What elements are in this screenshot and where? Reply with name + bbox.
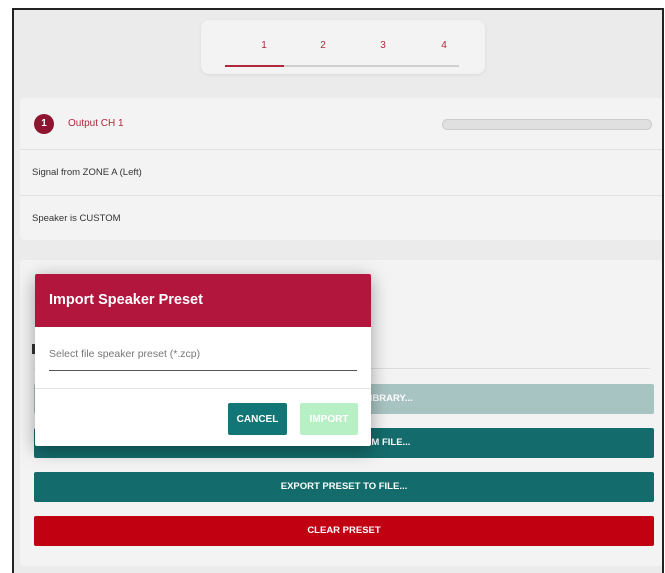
tab-3[interactable]: 3 (354, 40, 412, 51)
signal-source-text: Signal from ZONE A (Left) (32, 167, 142, 178)
dialog-actions: CANCEL IMPORT (35, 389, 371, 446)
speaker-row: Speaker is CUSTOM (20, 196, 662, 240)
tab-4[interactable]: 4 (415, 40, 473, 51)
output-header-row: 1 Output CH 1 (20, 98, 662, 150)
output-card: 1 Output CH 1 Signal from ZONE A (Left) … (20, 98, 662, 240)
dialog-title: Import Speaker Preset (49, 292, 203, 308)
level-bar (442, 119, 652, 130)
import-button[interactable]: IMPORT (300, 403, 358, 435)
preset-file-input[interactable] (49, 337, 357, 371)
tab-2[interactable]: 2 (294, 40, 352, 51)
load-from-library-label: LIBRARY... (364, 393, 413, 404)
dialog-body (35, 327, 371, 388)
channel-title: Output CH 1 (68, 118, 124, 129)
tab-track (225, 65, 459, 67)
signal-row: Signal from ZONE A (Left) (20, 150, 662, 196)
export-preset-label: EXPORT PRESET TO FILE... (280, 481, 408, 492)
clear-preset-button[interactable]: CLEAR PRESET (34, 516, 654, 546)
export-preset-button[interactable]: EXPORT PRESET TO FILE... (34, 472, 654, 502)
clear-preset-label: CLEAR PRESET (307, 525, 381, 536)
channel-tabs: 1 2 3 4 (201, 20, 485, 74)
dialog-header: Import Speaker Preset (35, 274, 371, 327)
tab-1[interactable]: 1 (235, 40, 293, 51)
speaker-type-text: Speaker is CUSTOM (32, 213, 121, 224)
active-tab-indicator (225, 65, 284, 67)
import-speaker-preset-dialog: Import Speaker Preset CANCEL IMPORT (35, 274, 371, 446)
cancel-button[interactable]: CANCEL (228, 403, 287, 435)
channel-number-badge: 1 (34, 114, 54, 134)
